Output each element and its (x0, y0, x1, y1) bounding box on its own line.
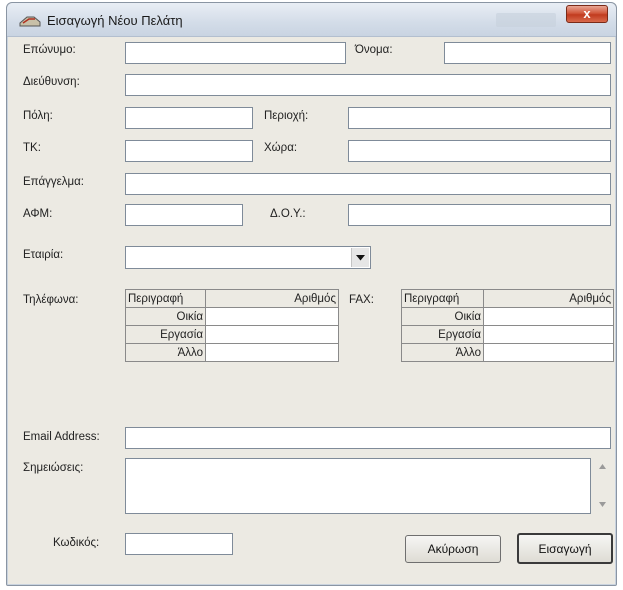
app-icon (19, 16, 41, 27)
dialog-window: Εισαγωγή Νέου Πελάτη x Επώνυμο: Όνομα: Δ… (6, 2, 617, 586)
phones-cell-home[interactable] (205, 307, 339, 326)
phones-cell-work[interactable] (205, 325, 339, 344)
company-label: Εταιρία: (23, 249, 64, 261)
zip-label: ΤΚ: (23, 142, 41, 154)
notes-scrollbar[interactable] (594, 458, 611, 514)
fax-cell-home[interactable] (483, 307, 614, 326)
address-input[interactable] (125, 74, 611, 96)
surname-label: Επώνυμο: (23, 44, 76, 56)
fax-header-description[interactable]: Περιγραφή (401, 289, 484, 308)
surname-input[interactable] (125, 42, 346, 64)
name-input[interactable] (444, 42, 611, 64)
phones-row-label: Εργασία (125, 325, 206, 344)
city-label: Πόλη: (23, 110, 53, 122)
fax-label: FAX: (349, 294, 374, 306)
phones-row-other: Άλλο (125, 343, 339, 362)
afm-input[interactable] (125, 204, 243, 226)
cancel-button[interactable]: Ακύρωση (405, 535, 501, 563)
address-label: Διεύθυνση: (23, 76, 80, 88)
phones-cell-other[interactable] (205, 343, 339, 362)
fax-row-label: Άλλο (401, 343, 484, 362)
fax-cell-work[interactable] (483, 325, 614, 344)
title-bar[interactable]: Εισαγωγή Νέου Πελάτη x (7, 3, 616, 37)
phones-row-work: Εργασία (125, 325, 339, 344)
fax-grid-header: Περιγραφή Αριθμός (401, 289, 614, 308)
fax-grid: Περιγραφή Αριθμός Οικία Εργασία Άλλο (401, 289, 614, 362)
close-button[interactable]: x (566, 5, 608, 23)
phones-row-home: Οικία (125, 307, 339, 326)
title-bar-background (496, 13, 556, 27)
phones-grid: Περιγραφή Αριθμός Οικία Εργασία Άλλο (125, 289, 339, 362)
afm-label: ΑΦΜ: (23, 208, 53, 220)
phones-header-number[interactable]: Αριθμός (205, 289, 339, 308)
phones-row-label: Άλλο (125, 343, 206, 362)
email-input[interactable] (125, 427, 611, 449)
fax-row-label: Εργασία (401, 325, 484, 344)
country-label: Χώρα: (264, 142, 298, 154)
area-input[interactable] (348, 107, 611, 129)
notes-textarea[interactable] (125, 458, 591, 514)
doy-label: Δ.Ο.Υ.: (270, 208, 306, 220)
fax-header-number[interactable]: Αριθμός (483, 289, 614, 308)
city-input[interactable] (125, 107, 253, 129)
phones-label: Τηλέφωνα: (23, 294, 79, 306)
phones-grid-header: Περιγραφή Αριθμός (125, 289, 339, 308)
scroll-up-icon[interactable] (599, 464, 606, 469)
notes-label: Σημειώσεις: (23, 462, 84, 474)
fax-cell-other[interactable] (483, 343, 614, 362)
phones-row-label: Οικία (125, 307, 206, 326)
email-label: Email Address: (23, 431, 100, 443)
phones-header-description[interactable]: Περιγραφή (125, 289, 206, 308)
code-label: Κωδικός: (53, 537, 100, 549)
fax-row-home: Οικία (401, 307, 614, 326)
fax-row-label: Οικία (401, 307, 484, 326)
fax-row-other: Άλλο (401, 343, 614, 362)
country-input[interactable] (348, 140, 611, 162)
doy-input[interactable] (348, 204, 611, 226)
company-combobox[interactable] (125, 246, 371, 269)
scroll-down-icon[interactable] (599, 502, 606, 507)
area-label: Περιοχή: (264, 110, 309, 122)
zip-input[interactable] (125, 140, 253, 162)
chevron-down-icon[interactable] (351, 248, 369, 267)
window-title: Εισαγωγή Νέου Πελάτη (47, 13, 183, 28)
fax-row-work: Εργασία (401, 325, 614, 344)
profession-label: Επάγγελμα: (23, 176, 84, 188)
profession-input[interactable] (125, 173, 611, 195)
insert-button[interactable]: Εισαγωγή (517, 533, 613, 564)
name-label: Όνομα: (355, 44, 393, 56)
code-input[interactable] (125, 533, 233, 555)
